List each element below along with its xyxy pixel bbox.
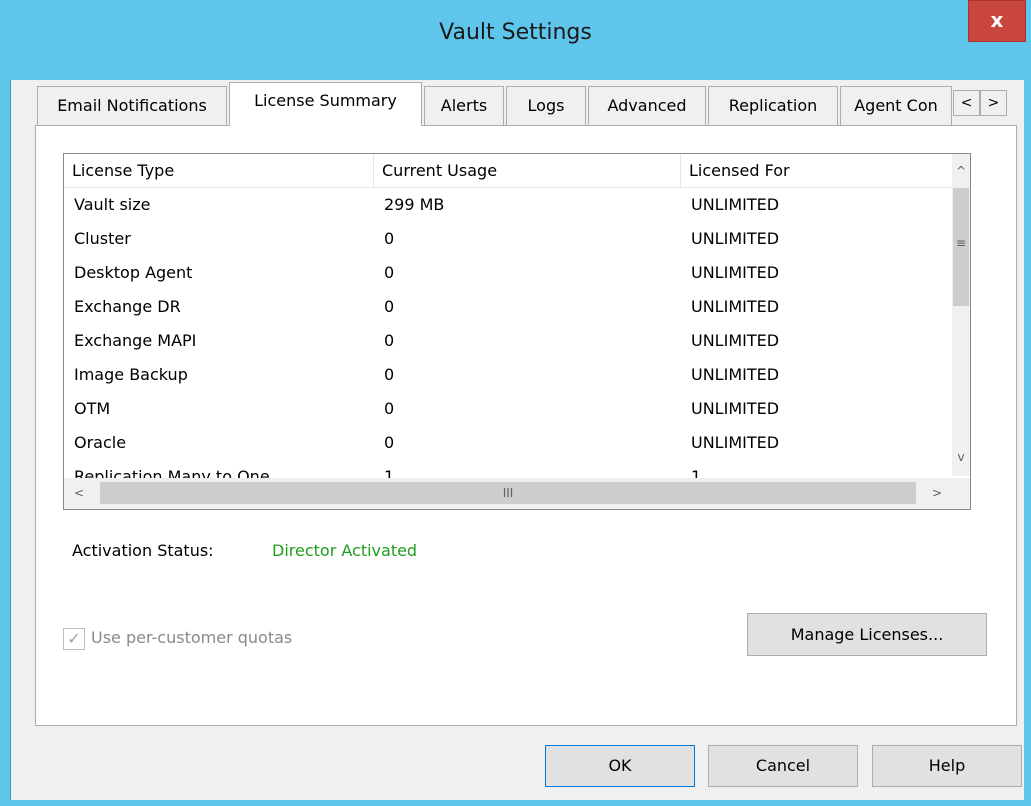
use-per-customer-quotas-label: Use per-customer quotas xyxy=(91,628,293,647)
column-header-licensed-for[interactable]: Licensed For xyxy=(681,154,952,188)
licensed-for-cell: UNLIMITED xyxy=(691,331,780,350)
licensed-for-cell: UNLIMITED xyxy=(691,263,780,282)
current-usage-cell: 0 xyxy=(384,229,395,248)
current-usage-cell: 0 xyxy=(384,399,395,418)
licensed-for-cell: UNLIMITED xyxy=(691,365,780,384)
tab-license-summary[interactable]: License Summary xyxy=(229,82,422,126)
table-row[interactable]: Image Backup 0 UNLIMITED xyxy=(64,358,952,392)
table-row[interactable]: Replication Many to One 1 1 xyxy=(64,460,952,478)
tab-agent-configuration[interactable]: Agent Con xyxy=(840,86,952,126)
column-header-license-type[interactable]: License Type xyxy=(64,154,374,188)
vault-settings-window: Vault Settings x Email Notifications Lic… xyxy=(0,0,1031,806)
license-list-rows: Vault size 299 MB UNLIMITED Cluster 0 UNLIMIT… xyxy=(64,188,952,478)
table-row[interactable]: Vault size 299 MB UNLIMITED xyxy=(64,188,952,222)
table-row[interactable]: OTM 0 UNLIMITED xyxy=(64,392,952,426)
close-button[interactable]: x xyxy=(968,0,1026,42)
licensed-for-cell: 1 xyxy=(691,467,702,478)
tab-email-notifications[interactable]: Email Notifications xyxy=(37,86,227,126)
license-list[interactable]: License Type Current Usage Licensed For … xyxy=(63,153,971,510)
licensed-for-cell: UNLIMITED xyxy=(691,433,780,452)
tab-scroll-left-button[interactable]: < xyxy=(953,90,980,116)
title-bar[interactable]: Vault Settings x xyxy=(0,0,1031,80)
tab-advanced[interactable]: Advanced xyxy=(588,86,706,126)
current-usage-cell: 0 xyxy=(384,331,395,350)
scroll-right-button[interactable]: > xyxy=(928,482,946,504)
column-header-current-usage[interactable]: Current Usage xyxy=(374,154,681,188)
tab-alerts[interactable]: Alerts xyxy=(424,86,504,126)
tab-scroll-right-button[interactable]: > xyxy=(980,90,1007,116)
current-usage-cell: 0 xyxy=(384,297,395,316)
scrollbar-corner xyxy=(952,478,970,509)
license-type-cell: Image Backup xyxy=(74,365,188,384)
license-type-cell: OTM xyxy=(74,399,111,418)
vertical-scrollbar[interactable]: ^ ≡ v xyxy=(952,154,970,476)
activation-status-label: Activation Status: xyxy=(72,541,214,560)
licensed-for-cell: UNLIMITED xyxy=(691,297,780,316)
ok-button[interactable]: OK xyxy=(545,745,695,787)
horizontal-scroll-thumb[interactable]: III xyxy=(100,482,916,504)
manage-licenses-button[interactable]: Manage Licenses... xyxy=(747,613,987,656)
table-row[interactable]: Oracle 0 UNLIMITED xyxy=(64,426,952,460)
table-row[interactable]: Cluster 0 UNLIMITED xyxy=(64,222,952,256)
license-type-cell: Vault size xyxy=(74,195,151,214)
licensed-for-cell: UNLIMITED xyxy=(691,399,780,418)
tab-logs[interactable]: Logs xyxy=(506,86,586,126)
window-title: Vault Settings xyxy=(439,20,592,45)
scroll-up-button[interactable]: ^ xyxy=(952,160,970,182)
tab-replication[interactable]: Replication xyxy=(708,86,838,126)
use-per-customer-quotas-checkbox[interactable]: ✓ xyxy=(63,628,85,650)
table-row[interactable]: Desktop Agent 0 UNLIMITED xyxy=(64,256,952,290)
current-usage-cell: 0 xyxy=(384,433,395,452)
scroll-grip-icon: ≡ xyxy=(955,236,967,250)
license-type-cell: Exchange DR xyxy=(74,297,181,316)
license-list-header: License Type Current Usage Licensed For xyxy=(64,154,952,188)
scroll-down-button[interactable]: v xyxy=(952,446,970,468)
license-type-cell: Cluster xyxy=(74,229,131,248)
vertical-scroll-thumb[interactable]: ≡ xyxy=(953,188,969,306)
license-type-cell: Replication Many to One xyxy=(74,467,270,478)
current-usage-cell: 0 xyxy=(384,365,395,384)
current-usage-cell: 1 xyxy=(384,467,395,478)
license-type-cell: Oracle xyxy=(74,433,127,452)
license-type-cell: Exchange MAPI xyxy=(74,331,197,350)
horizontal-scrollbar[interactable]: < III > xyxy=(64,478,952,509)
licensed-for-cell: UNLIMITED xyxy=(691,229,780,248)
current-usage-cell: 299 MB xyxy=(384,195,445,214)
current-usage-cell: 0 xyxy=(384,263,395,282)
activation-status-value: Director Activated xyxy=(272,541,418,560)
table-row[interactable]: Exchange DR 0 UNLIMITED xyxy=(64,290,952,324)
cancel-button[interactable]: Cancel xyxy=(708,745,858,787)
help-button[interactable]: Help xyxy=(872,745,1022,787)
license-type-cell: Desktop Agent xyxy=(74,263,193,282)
scroll-left-button[interactable]: < xyxy=(70,482,88,504)
licensed-for-cell: UNLIMITED xyxy=(691,195,780,214)
table-row[interactable]: Exchange MAPI 0 UNLIMITED xyxy=(64,324,952,358)
